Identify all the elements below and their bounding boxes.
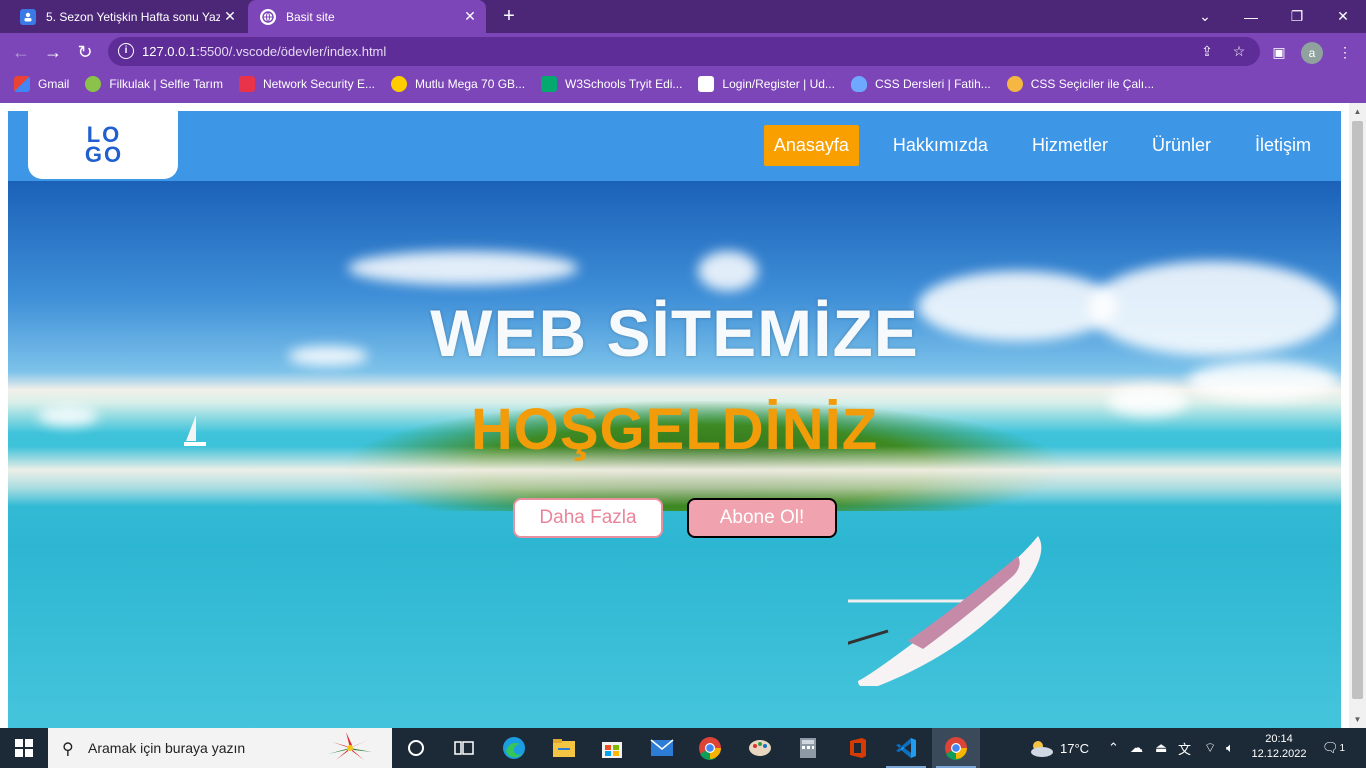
url-text: 127.0.0.1:5500/.vscode/ödevler/index.htm…: [142, 44, 387, 59]
cloud: [348, 251, 578, 285]
forward-icon[interactable]: →: [40, 39, 66, 65]
cloud: [698, 251, 758, 291]
filkulak-icon: [85, 76, 102, 92]
close-window-icon[interactable]: ✕: [1320, 0, 1366, 33]
bookmark-filkulak[interactable]: Filkulak | Selfie Tarım: [85, 76, 223, 92]
scroll-thumb[interactable]: [1352, 121, 1363, 699]
clock-time: 20:14: [1265, 733, 1293, 745]
close-tab-icon[interactable]: ✕: [460, 8, 480, 25]
minimize-icon[interactable]: —: [1228, 0, 1274, 33]
edge-icon[interactable]: [490, 728, 538, 768]
bookmark-gmail[interactable]: Gmail: [14, 76, 69, 92]
calculator-icon[interactable]: [784, 728, 832, 768]
main-nav: Anasayfa Hakkımızda Hizmetler Ürünler İl…: [740, 125, 1321, 166]
bookmark-network-security[interactable]: Network Security E...: [238, 76, 375, 92]
udemy-icon: [698, 76, 715, 92]
browser-tab-strip: 5. Sezon Yetişkin Hafta sonu Yazılı ✕ Ba…: [0, 0, 1366, 33]
logo-text: LO GO: [84, 122, 124, 167]
circle-icon: [1006, 76, 1023, 92]
w3schools-icon: [541, 76, 558, 92]
turkcell-icon: [390, 76, 407, 92]
address-bar[interactable]: i 127.0.0.1:5500/.vscode/ödevler/index.h…: [108, 37, 1260, 66]
profile-avatar[interactable]: a: [1301, 42, 1323, 64]
onedrive-icon[interactable]: ☁: [1130, 728, 1143, 768]
menu-kebab-icon[interactable]: ⋮: [1334, 41, 1356, 63]
taskbar-search[interactable]: ⚲ Aramak için buraya yazın: [48, 728, 392, 768]
hero-title-line2: HOŞGELDİNİZ: [470, 397, 879, 462]
search-icon: ⚲: [62, 741, 74, 758]
usb-icon[interactable]: ⏏: [1155, 728, 1167, 768]
nav-hizmetler[interactable]: Hizmetler: [1022, 125, 1118, 166]
side-panel-icon[interactable]: ▣: [1268, 41, 1290, 63]
chrome-active-icon[interactable]: [932, 728, 980, 768]
site-info-icon[interactable]: i: [118, 43, 134, 59]
mail-icon[interactable]: [638, 728, 686, 768]
nav-urunler[interactable]: Ürünler: [1142, 125, 1221, 166]
taskbar: ⚲ Aramak için buraya yazın 17°C ⌃ ☁ ⏏ 文 …: [0, 728, 1366, 768]
restore-icon[interactable]: ❐: [1274, 0, 1320, 33]
notification-center[interactable]: 🗨︎ 1: [1322, 728, 1345, 768]
temperature: 17°C: [1060, 740, 1090, 756]
browser-toolbar: ← → ↻ i 127.0.0.1:5500/.vscode/ödevler/i…: [0, 33, 1366, 70]
cortana-icon[interactable]: [392, 728, 440, 768]
bookmark-mutlu-mega[interactable]: Mutlu Mega 70 GB...: [390, 76, 525, 92]
store-icon[interactable]: [588, 728, 636, 768]
bookmark-star-icon[interactable]: ☆: [1230, 42, 1248, 60]
bookmark-css-seciciler[interactable]: CSS Seçiciler ile Çalı...: [1006, 76, 1154, 92]
back-icon[interactable]: ←: [8, 39, 34, 65]
language-icon[interactable]: 文: [1178, 728, 1191, 768]
task-view-icon[interactable]: [440, 728, 488, 768]
tab-yetiskin[interactable]: 5. Sezon Yetişkin Hafta sonu Yazılı ✕: [8, 0, 246, 33]
canoe-image: [848, 536, 1042, 686]
vscode-icon[interactable]: [882, 728, 930, 768]
logo[interactable]: LO GO: [28, 111, 178, 179]
nav-anasayfa[interactable]: Anasayfa: [763, 125, 859, 166]
globe-icon: [260, 8, 276, 25]
windows-start-icon[interactable]: [0, 728, 48, 768]
wifi-icon[interactable]: ⌔: [1204, 728, 1216, 768]
gmail-icon: [14, 76, 30, 92]
volume-icon[interactable]: 🔈︎: [1226, 728, 1234, 768]
classroom-icon: [20, 8, 36, 25]
search-placeholder: Aramak için buraya yazın: [88, 740, 246, 756]
tray-expand-icon[interactable]: ⌃: [1108, 728, 1119, 768]
bookmarks-bar: Gmail Filkulak | Selfie Tarım Network Se…: [0, 70, 1366, 98]
tab-title: Basit site: [286, 9, 335, 24]
new-tab-button[interactable]: +: [498, 5, 520, 27]
bookmark-login-register[interactable]: Login/Register | Ud...: [698, 76, 835, 92]
bookmark-css-dersleri[interactable]: CSS Dersleri | Fatih...: [850, 76, 991, 92]
close-tab-icon[interactable]: ✕: [220, 8, 240, 25]
nav-iletisim[interactable]: İletişim: [1245, 125, 1321, 166]
bookmark-w3schools[interactable]: W3Schools Tryit Edi...: [541, 76, 682, 92]
page-scrollbar[interactable]: ▲ ▼: [1349, 103, 1366, 728]
clock-date: 12.12.2022: [1251, 748, 1307, 760]
more-button[interactable]: Daha Fazla: [513, 498, 663, 538]
chrome-icon[interactable]: [686, 728, 734, 768]
office-icon[interactable]: [834, 728, 882, 768]
site-header: LO GO Anasayfa Hakkımızda Hizmetler Ürün…: [8, 111, 1341, 181]
nav-hakkimizda[interactable]: Hakkımızda: [883, 125, 998, 166]
hero-title-line1: WEB SİTEMİZE: [430, 296, 919, 370]
file-explorer-icon[interactable]: [540, 728, 588, 768]
tab-title: 5. Sezon Yetişkin Hafta sonu Yazılı: [46, 9, 220, 24]
scroll-up-icon[interactable]: ▲: [1353, 107, 1362, 116]
network-security-icon: [238, 76, 255, 92]
basit-site: LO GO Anasayfa Hakkımızda Hizmetler Ürün…: [8, 111, 1341, 728]
weather-cloud-icon: [1031, 741, 1053, 757]
subscribe-button[interactable]: Abone Ol!: [687, 498, 837, 538]
notification-icon: 🗨︎: [1322, 740, 1339, 755]
paint-icon[interactable]: [736, 728, 784, 768]
tab-search-icon[interactable]: ⌄: [1182, 0, 1228, 33]
tab-basit-site[interactable]: Basit site ✕: [248, 0, 486, 33]
weather-widget[interactable]: 17°C: [1028, 728, 1089, 768]
reload-icon[interactable]: ↻: [72, 39, 98, 65]
shield-icon: [850, 76, 867, 92]
notification-count: 1: [1339, 742, 1346, 754]
system-clock[interactable]: 20:14 12.12.2022: [1248, 732, 1310, 762]
share-icon[interactable]: ⇪: [1198, 42, 1216, 60]
poinsettia-icon: [328, 732, 372, 760]
page-viewport: LO GO Anasayfa Hakkımızda Hizmetler Ürün…: [0, 103, 1349, 728]
scroll-down-icon[interactable]: ▼: [1353, 715, 1362, 724]
